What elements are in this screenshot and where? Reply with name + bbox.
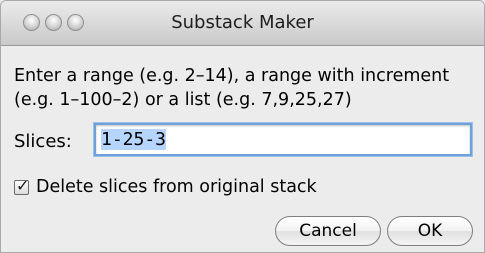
delete-slices-label[interactable]: Delete slices from original stack: [36, 177, 317, 197]
delete-slices-option[interactable]: ✓ Delete slices from original stack: [14, 176, 317, 198]
slices-input[interactable]: [94, 123, 472, 156]
instructions-line-2: (e.g. 1–100–2) or a list (e.g. 7,9,25,27…: [14, 90, 352, 110]
instructions-line-1: Enter a range (e.g. 2–14), a range with …: [14, 66, 450, 86]
window-title: Substack Maker: [171, 12, 314, 33]
cancel-button[interactable]: Cancel: [275, 216, 381, 246]
substack-maker-dialog: Substack Maker Enter a range (e.g. 2–14)…: [0, 0, 485, 253]
ok-button[interactable]: OK: [387, 216, 473, 246]
delete-slices-checkbox[interactable]: ✓: [14, 176, 29, 195]
slices-label: Slices:: [14, 131, 72, 152]
check-icon: ✓: [16, 175, 30, 195]
title-bar[interactable]: Substack Maker: [1, 1, 484, 46]
instructions-text: Enter a range (e.g. 2–14), a range with …: [14, 64, 479, 112]
